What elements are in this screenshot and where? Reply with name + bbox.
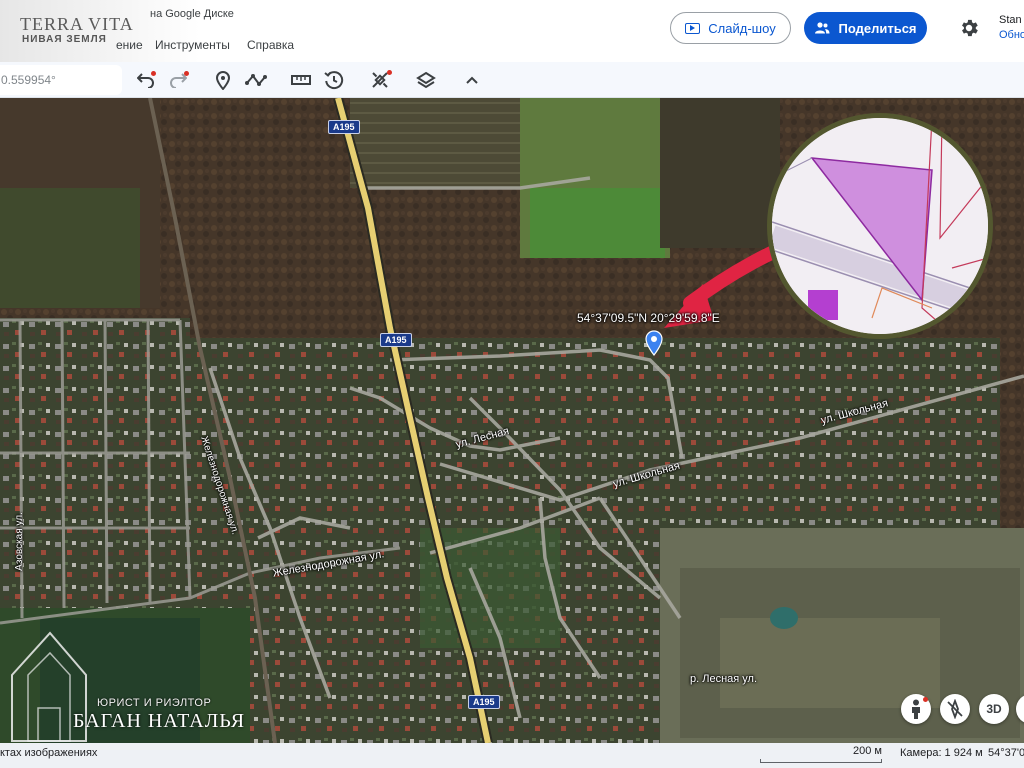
location-pin-icon[interactable]	[645, 330, 663, 356]
slideshow-label: Слайд-шоу	[708, 20, 776, 36]
toggle-3d-button[interactable]: 3D	[979, 694, 1009, 724]
pegman-icon	[912, 699, 920, 719]
undo-icon[interactable]	[135, 69, 157, 91]
status-bar: ктах изображениях 200 м Камера: 1 924 м …	[0, 743, 1024, 768]
gear-icon[interactable]	[958, 17, 980, 39]
compass-reset-button[interactable]	[940, 694, 970, 724]
compass-icon	[947, 699, 963, 719]
river-lesnaya-label: р. Лесная ул.	[690, 673, 758, 685]
path-icon[interactable]	[245, 69, 267, 91]
agent-role-watermark: ЮРИСТ И РИЭЛТОР	[97, 697, 212, 709]
scale-bar	[760, 759, 882, 763]
scale-label: 200 м	[853, 745, 882, 757]
cadastral-inset-map	[767, 113, 993, 339]
menu-tools[interactable]: Инструменты	[155, 38, 230, 52]
undo-indicator	[151, 71, 156, 76]
terra-vita-logo: TERRA VITA	[20, 14, 134, 34]
pin-coordinates-label: 54°37'09.5"N 20°29'59.8"E	[577, 311, 720, 325]
terra-vita-logo-subtitle: НИВАЯ ЗЕМЛЯ	[22, 34, 107, 45]
map-toolbar: 0.559954°	[0, 62, 1024, 98]
account-name[interactable]: Stan	[999, 14, 1022, 26]
agent-name-watermark: БАГАН НАТАЛЬЯ	[73, 710, 246, 732]
highway-shield-bottom: A195	[468, 695, 500, 709]
pegman-button[interactable]	[901, 694, 931, 724]
slideshow-button[interactable]: Слайд-шоу	[670, 12, 791, 44]
slideshow-icon	[685, 22, 701, 34]
cadastral-parcels	[772, 118, 988, 334]
google-earth-page: { "watermark": { "logo_title": "TERRA VI…	[0, 0, 1024, 768]
drive-save-status: на Google Диске	[150, 8, 234, 20]
satellite-indicator	[387, 70, 392, 75]
menu-help[interactable]: Справка	[247, 38, 294, 52]
add-people-icon	[815, 22, 830, 34]
collapse-icon[interactable]	[461, 69, 483, 91]
app-header: TERRA VITA НИВАЯ ЗЕМЛЯ на Google Диске е…	[0, 0, 1024, 62]
history-icon[interactable]	[323, 69, 345, 91]
camera-altitude: Камера: 1 924 м	[900, 747, 983, 759]
satellite-map[interactable]: A195 A195 A195 ул. Лесная ул. Школьная у…	[0, 98, 1024, 743]
street-azovskaya-label: Азовская ул.	[13, 512, 25, 571]
satellite-icon[interactable]	[369, 69, 392, 91]
account-update-link[interactable]: Обно	[999, 29, 1024, 41]
highway-shield-mid: A195	[380, 333, 412, 347]
share-button[interactable]: Поделиться	[804, 12, 927, 44]
menu-view[interactable]: ение	[116, 38, 143, 52]
share-label: Поделиться	[838, 20, 917, 36]
redo-indicator	[184, 71, 189, 76]
imagery-attribution[interactable]: ктах изображениях	[0, 747, 97, 759]
coordinate-field[interactable]: 0.559954°	[0, 65, 122, 95]
highway-shield-top: A195	[328, 120, 360, 134]
layers-icon[interactable]	[415, 69, 437, 91]
redo-icon[interactable]	[167, 69, 189, 91]
cursor-coordinates: 54°37'0	[988, 747, 1024, 759]
place-pin-icon[interactable]	[212, 69, 234, 91]
ruler-icon[interactable]	[290, 69, 312, 91]
pegman-indicator	[923, 697, 928, 702]
